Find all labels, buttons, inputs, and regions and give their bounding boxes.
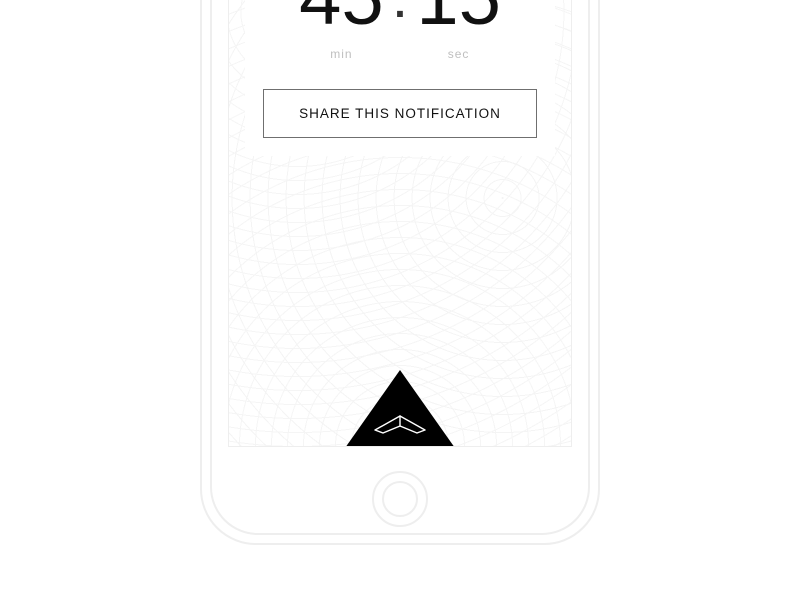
seconds-unit: sec xyxy=(416,47,501,61)
phone-frame: N20AY DEPARTS IN 45 min : 15 sec SHARE T… xyxy=(200,0,600,545)
triangle-icon xyxy=(345,370,455,447)
minutes-unit: min xyxy=(299,47,384,61)
minutes-column: 45 min xyxy=(299,0,384,61)
home-button[interactable] xyxy=(372,471,428,527)
share-notification-button[interactable]: SHARE THIS NOTIFICATION xyxy=(263,89,537,138)
seconds-column: 15 sec xyxy=(416,0,501,61)
phone-screen: N20AY DEPARTS IN 45 min : 15 sec SHARE T… xyxy=(228,0,572,447)
countdown-separator: : xyxy=(392,0,409,27)
aircraft-triangle-button[interactable] xyxy=(345,370,455,447)
seconds-value: 15 xyxy=(416,0,501,37)
countdown: 45 min : 15 sec xyxy=(263,0,537,61)
minutes-value: 45 xyxy=(299,0,384,37)
departure-card: N20AY DEPARTS IN 45 min : 15 sec SHARE T… xyxy=(245,0,555,156)
